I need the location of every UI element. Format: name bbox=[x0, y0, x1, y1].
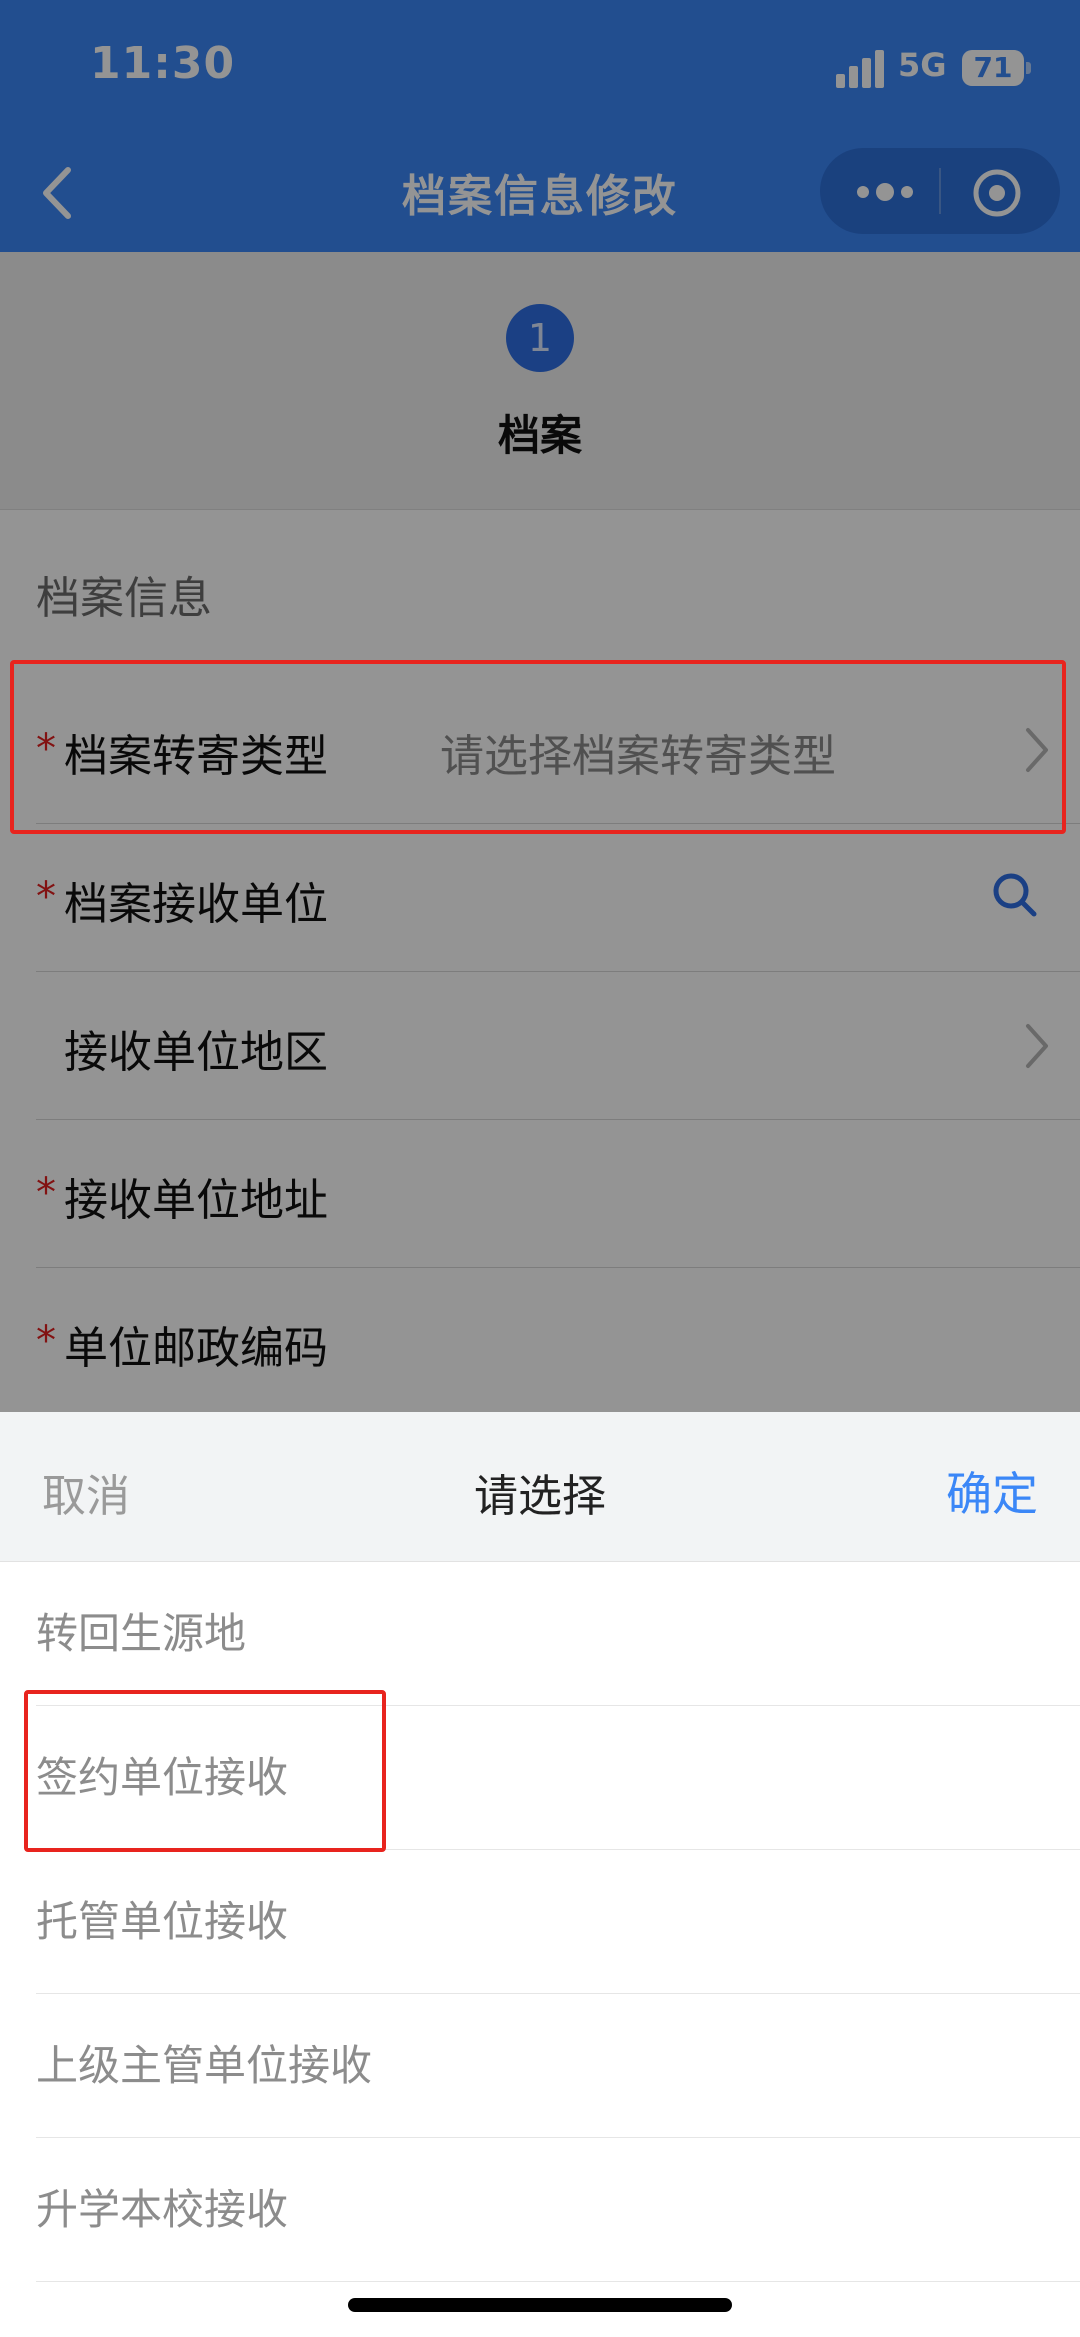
modal-mask[interactable] bbox=[0, 0, 1080, 1412]
picker-header: 取消 请选择 确定 bbox=[0, 1412, 1080, 1562]
confirm-button[interactable]: 确定 bbox=[946, 1458, 1038, 1524]
picker-title: 请选择 bbox=[474, 1471, 606, 1522]
picker-option[interactable]: 托管单位接收 bbox=[36, 1850, 1080, 1994]
picker-sheet: 取消 请选择 确定 转回生源地 签约单位接收 托管单位接收 上级主管单位接收 升… bbox=[0, 1412, 1080, 2337]
picker-option[interactable]: 转回生源地 bbox=[36, 1562, 1080, 1706]
picker-option[interactable]: 上级主管单位接收 bbox=[36, 1994, 1080, 2138]
picker-option[interactable]: 签约单位接收 bbox=[36, 1706, 1080, 1850]
picker-option[interactable]: 升学本校接收 bbox=[36, 2138, 1080, 2282]
home-indicator bbox=[348, 2298, 732, 2312]
